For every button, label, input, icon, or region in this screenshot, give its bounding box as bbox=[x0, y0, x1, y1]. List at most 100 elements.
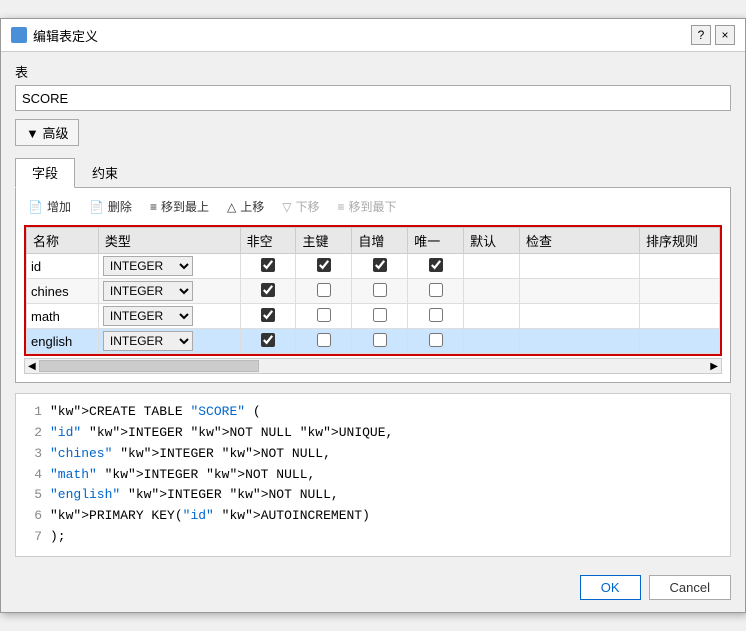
field-type-cell: INTEGERTEXTREALBLOBNUMERIC bbox=[98, 254, 240, 279]
col-header-unique: 唯一 bbox=[408, 228, 464, 254]
field-notnull-checkbox[interactable] bbox=[261, 283, 275, 297]
sql-line-number: 5 bbox=[26, 485, 42, 506]
fields-table: 名称 类型 非空 主键 自增 唯一 默认 检查 排序规则 idINTEGERTE… bbox=[26, 227, 720, 354]
field-name-cell: chines bbox=[27, 279, 99, 304]
table-row[interactable]: idINTEGERTEXTREALBLOBNUMERIC bbox=[27, 254, 720, 279]
move-up-button[interactable]: △ 上移 bbox=[223, 196, 268, 217]
field-collation-cell bbox=[640, 279, 720, 304]
col-header-check: 检查 bbox=[520, 228, 640, 254]
field-pk-cell bbox=[296, 254, 352, 279]
fields-toolbar: 📄 增加 📄 删除 ≡ 移到最上 △ 上移 ▽ 下移 bbox=[24, 196, 722, 217]
field-unique-cell bbox=[408, 329, 464, 354]
horizontal-scrollbar[interactable]: ◀ ▶ bbox=[24, 358, 722, 374]
delete-icon: 📄 bbox=[89, 200, 104, 214]
field-pk-checkbox[interactable] bbox=[317, 308, 331, 322]
title-buttons: ? × bbox=[691, 25, 735, 45]
sql-line: 1"kw">CREATE TABLE "SCORE" ( bbox=[26, 402, 720, 423]
move-down-button[interactable]: ▽ 下移 bbox=[278, 196, 323, 217]
field-unique-cell bbox=[408, 279, 464, 304]
field-collation-cell bbox=[640, 329, 720, 354]
move-top-button[interactable]: ≡ 移到最上 bbox=[146, 196, 213, 217]
close-button[interactable]: × bbox=[715, 25, 735, 45]
sql-line-number: 7 bbox=[26, 527, 42, 548]
field-ai-checkbox[interactable] bbox=[373, 258, 387, 272]
field-type-select[interactable]: INTEGERTEXTREALBLOBNUMERIC bbox=[103, 331, 193, 351]
sql-line: 2 "id" "kw">INTEGER "kw">NOT NULL "kw">U… bbox=[26, 423, 720, 444]
field-ai-cell bbox=[352, 279, 408, 304]
col-header-ai: 自增 bbox=[352, 228, 408, 254]
scroll-left-arrow[interactable]: ◀ bbox=[25, 361, 39, 372]
dialog-icon bbox=[11, 27, 27, 43]
field-ai-checkbox[interactable] bbox=[373, 333, 387, 347]
move-top-icon: ≡ bbox=[150, 200, 157, 214]
field-unique-checkbox[interactable] bbox=[429, 308, 443, 322]
dialog-title: 编辑表定义 bbox=[33, 26, 98, 45]
field-ai-checkbox[interactable] bbox=[373, 308, 387, 322]
field-notnull-checkbox[interactable] bbox=[261, 308, 275, 322]
field-pk-cell bbox=[296, 304, 352, 329]
fields-table-area: 名称 类型 非空 主键 自增 唯一 默认 检查 排序规则 idINTEGERTE… bbox=[24, 225, 722, 356]
delete-button[interactable]: 📄 删除 bbox=[85, 196, 136, 217]
sql-line: 5 "english" "kw">INTEGER "kw">NOT NULL, bbox=[26, 485, 720, 506]
scroll-right-arrow[interactable]: ▶ bbox=[707, 361, 721, 372]
field-type-select[interactable]: INTEGERTEXTREALBLOBNUMERIC bbox=[103, 256, 193, 276]
field-type-select[interactable]: INTEGERTEXTREALBLOBNUMERIC bbox=[103, 281, 193, 301]
field-name-cell: id bbox=[27, 254, 99, 279]
advanced-button[interactable]: ▼ 高级 bbox=[15, 119, 79, 146]
field-unique-checkbox[interactable] bbox=[429, 333, 443, 347]
sql-line: 7); bbox=[26, 527, 720, 548]
field-check-cell bbox=[520, 254, 640, 279]
add-icon: 📄 bbox=[28, 200, 43, 214]
edit-table-dialog: 编辑表定义 ? × 表 ▼ 高级 字段 约束 📄 bbox=[0, 18, 746, 613]
ok-button[interactable]: OK bbox=[580, 575, 641, 600]
sql-line-number: 1 bbox=[26, 402, 42, 423]
sql-line-number: 4 bbox=[26, 465, 42, 486]
field-pk-checkbox[interactable] bbox=[317, 258, 331, 272]
scroll-thumb[interactable] bbox=[39, 360, 259, 372]
field-notnull-cell bbox=[240, 254, 296, 279]
sql-line-code: "id" "kw">INTEGER "kw">NOT NULL "kw">UNI… bbox=[50, 423, 720, 444]
move-bottom-button[interactable]: ≡ 移到最下 bbox=[333, 196, 400, 217]
table-row[interactable]: englishINTEGERTEXTREALBLOBNUMERIC bbox=[27, 329, 720, 354]
field-unique-checkbox[interactable] bbox=[429, 283, 443, 297]
table-row[interactable]: mathINTEGERTEXTREALBLOBNUMERIC bbox=[27, 304, 720, 329]
field-unique-cell bbox=[408, 254, 464, 279]
fields-section: 📄 增加 📄 删除 ≡ 移到最上 △ 上移 ▽ 下移 bbox=[15, 188, 731, 383]
title-bar: 编辑表定义 ? × bbox=[1, 19, 745, 52]
field-type-cell: INTEGERTEXTREALBLOBNUMERIC bbox=[98, 329, 240, 354]
table-name-input[interactable] bbox=[15, 85, 731, 111]
help-button[interactable]: ? bbox=[691, 25, 711, 45]
footer-row: OK Cancel bbox=[1, 567, 745, 612]
sql-line: 3 "chines" "kw">INTEGER "kw">NOT NULL, bbox=[26, 444, 720, 465]
table-label: 表 bbox=[15, 62, 731, 81]
tab-fields[interactable]: 字段 bbox=[15, 158, 75, 188]
sql-line-code: "math" "kw">INTEGER "kw">NOT NULL, bbox=[50, 465, 720, 486]
title-bar-left: 编辑表定义 bbox=[11, 26, 98, 45]
tabs-row: 字段 约束 bbox=[15, 158, 731, 188]
field-default-cell bbox=[464, 329, 520, 354]
field-default-cell bbox=[464, 279, 520, 304]
table-row[interactable]: chinesINTEGERTEXTREALBLOBNUMERIC bbox=[27, 279, 720, 304]
field-unique-cell bbox=[408, 304, 464, 329]
field-name-cell: math bbox=[27, 304, 99, 329]
field-unique-checkbox[interactable] bbox=[429, 258, 443, 272]
move-down-icon: ▽ bbox=[282, 200, 291, 214]
field-check-cell bbox=[520, 304, 640, 329]
col-header-type: 类型 bbox=[98, 228, 240, 254]
field-check-cell bbox=[520, 279, 640, 304]
field-ai-checkbox[interactable] bbox=[373, 283, 387, 297]
field-notnull-checkbox[interactable] bbox=[261, 258, 275, 272]
field-ai-cell bbox=[352, 254, 408, 279]
col-header-notnull: 非空 bbox=[240, 228, 296, 254]
field-ai-cell bbox=[352, 329, 408, 354]
field-pk-checkbox[interactable] bbox=[317, 283, 331, 297]
tab-constraints[interactable]: 约束 bbox=[75, 158, 135, 187]
cancel-button[interactable]: Cancel bbox=[649, 575, 731, 600]
field-default-cell bbox=[464, 304, 520, 329]
field-default-cell bbox=[464, 254, 520, 279]
field-pk-checkbox[interactable] bbox=[317, 333, 331, 347]
add-button[interactable]: 📄 增加 bbox=[24, 196, 75, 217]
field-type-select[interactable]: INTEGERTEXTREALBLOBNUMERIC bbox=[103, 306, 193, 326]
field-notnull-checkbox[interactable] bbox=[261, 333, 275, 347]
dialog-body: 表 ▼ 高级 字段 约束 📄 增加 📄 删除 bbox=[1, 52, 745, 567]
